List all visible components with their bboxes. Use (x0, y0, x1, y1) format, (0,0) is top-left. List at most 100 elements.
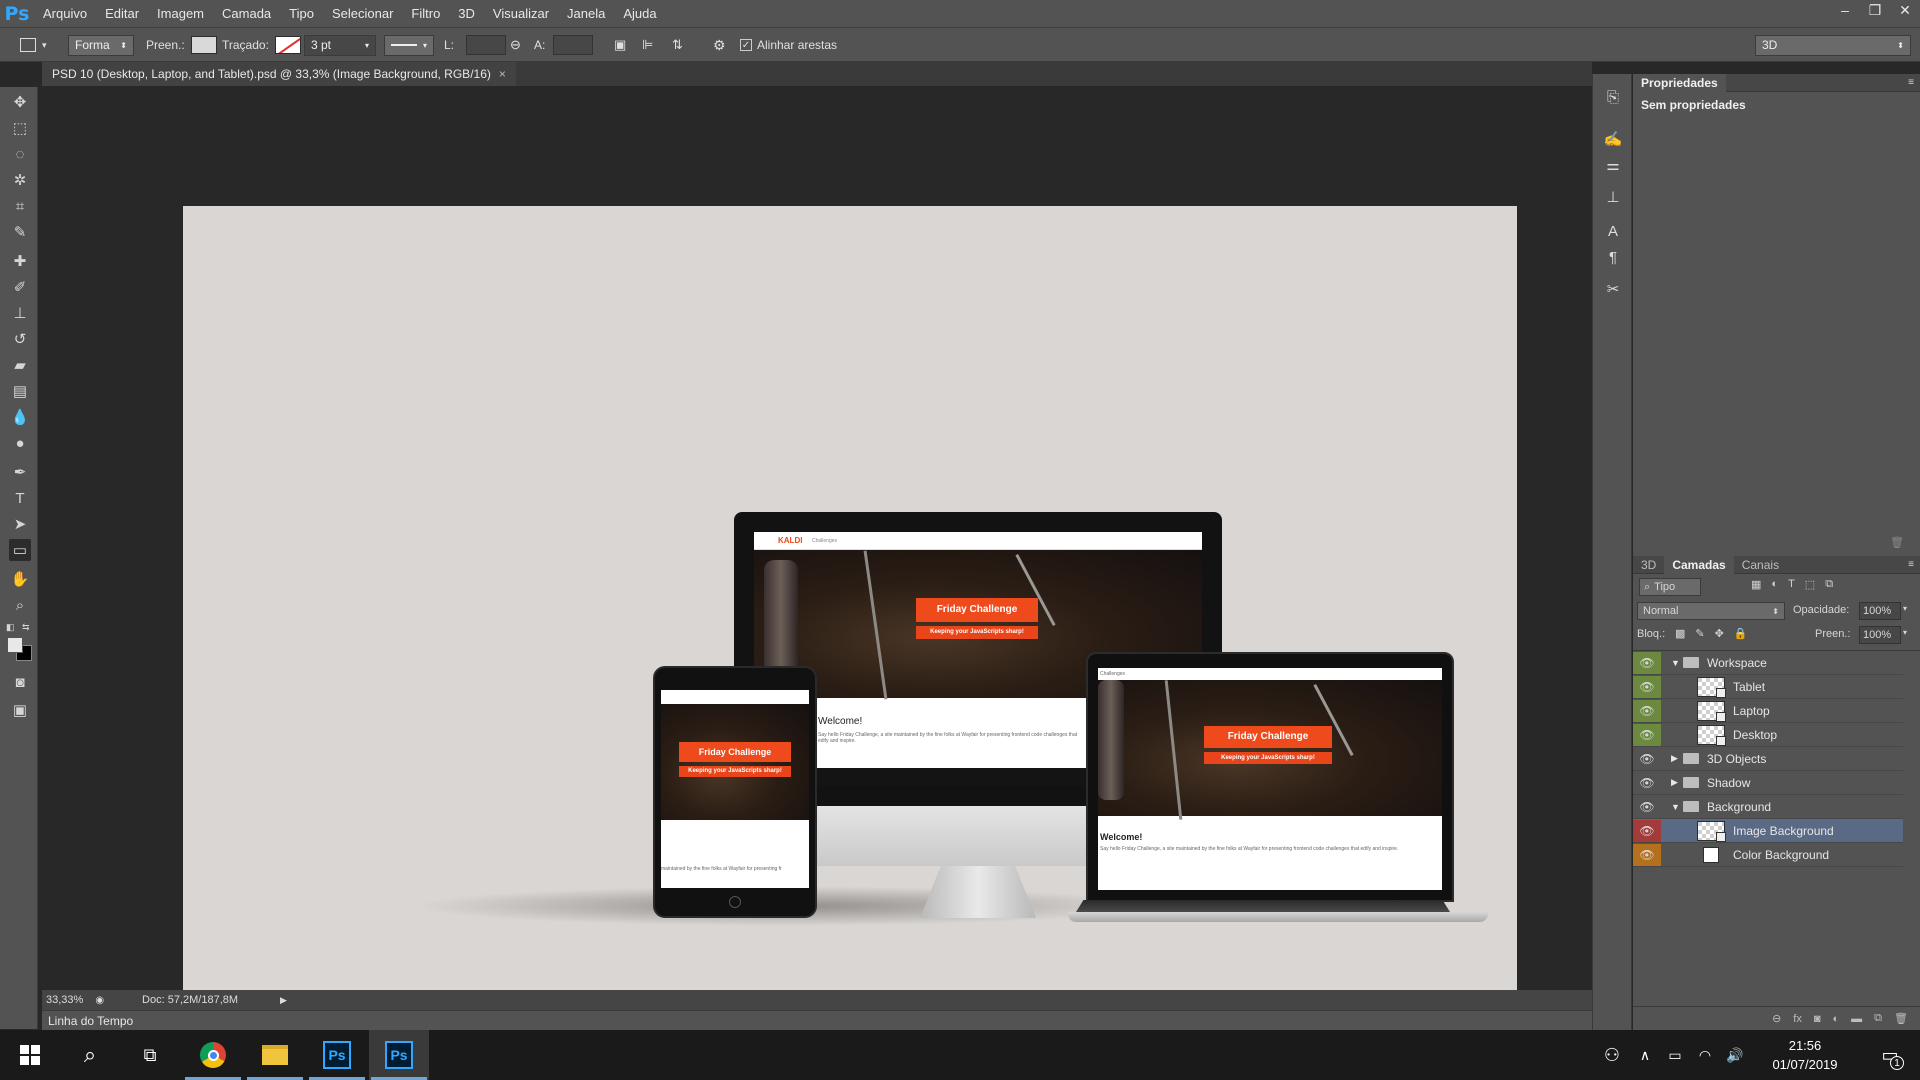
menu-arquivo[interactable]: Arquivo (34, 0, 96, 27)
layer-row[interactable]: 👁 Laptop (1633, 699, 1903, 723)
shape-mode-select[interactable]: Forma ⬍ (68, 34, 134, 56)
visibility-eye-icon[interactable]: 👁 (1633, 651, 1661, 674)
lock-transparent-icon[interactable]: ▩ (1675, 627, 1685, 640)
crop-tool-icon[interactable]: ⌗ (9, 195, 31, 217)
delete-icon[interactable]: 🗑 (1890, 536, 1904, 549)
healing-brush-tool-icon[interactable]: ✚ (9, 250, 31, 272)
lasso-tool-icon[interactable]: ◌ (9, 143, 31, 165)
stroke-swatch[interactable] (274, 36, 301, 54)
path-selection-tool-icon[interactable]: ➤ (9, 513, 31, 535)
paragraph-icon[interactable]: ¶ (1602, 246, 1624, 268)
clone-stamp-tool-icon[interactable]: ⊥ (9, 302, 31, 324)
photoshop-taskbar-icon[interactable]: Ps (307, 1030, 367, 1080)
move-tool-icon[interactable]: ✥ (9, 91, 31, 113)
brush-presets-icon[interactable]: ✍ (1602, 128, 1624, 150)
workspace-select[interactable]: 3D ⬍ (1755, 34, 1911, 56)
layer-row[interactable]: 👁 ▶ Shadow (1633, 771, 1903, 795)
align-edges-checkbox[interactable]: ✓ (740, 39, 752, 51)
layer-row[interactable]: 👁 Color Background (1633, 843, 1903, 867)
history-brush-tool-icon[interactable]: ↺ (9, 328, 31, 350)
visibility-eye-icon[interactable]: 👁 (1633, 796, 1661, 818)
delete-layer-icon[interactable]: 🗑 (1894, 1012, 1908, 1025)
volume-icon[interactable]: 🔊 (1720, 1030, 1750, 1080)
visibility-eye-icon[interactable]: 👁 (1633, 819, 1661, 842)
document-tab[interactable]: PSD 10 (Desktop, Laptop, and Tablet).psd… (42, 62, 516, 86)
layer-row[interactable]: 👁 Tablet (1633, 675, 1903, 699)
layer-row[interactable]: 👁 ▶ 3D Objects (1633, 747, 1903, 771)
action-center-icon[interactable]: ▭ 1 (1860, 1030, 1920, 1080)
tab-layers[interactable]: Camadas (1664, 555, 1734, 574)
visibility-eye-icon[interactable]: 👁 (1633, 772, 1661, 794)
eyedropper-tool-icon[interactable]: ✎ (9, 221, 31, 243)
layer-row[interactable]: 👁 ▼ Workspace (1633, 651, 1903, 675)
status-menu-arrow-icon[interactable]: ▶ (280, 995, 287, 1006)
clone-source-icon[interactable]: ⊥ (1602, 186, 1624, 208)
chevron-down-icon[interactable]: ▾ (1903, 604, 1907, 613)
panel-menu-icon[interactable]: ≡ (1908, 559, 1914, 570)
type-tool-icon[interactable]: T (9, 487, 31, 509)
collapsed-triangle-icon[interactable]: ▶ (1671, 777, 1681, 788)
photoshop-taskbar-icon-active[interactable]: Ps (369, 1030, 429, 1080)
clock[interactable]: 21:56 01/07/2019 (1760, 1036, 1850, 1074)
lock-position-icon[interactable]: ✥ (1715, 627, 1724, 640)
foreground-color-swatch[interactable] (7, 637, 23, 653)
layer-row[interactable]: 👁 Image Background (1633, 819, 1903, 843)
tool-preset-picker[interactable]: ▾ (20, 34, 47, 56)
link-icon[interactable]: ⊖ (510, 34, 521, 56)
layer-row[interactable]: 👁 Desktop (1633, 723, 1903, 747)
new-layer-icon[interactable]: ⧉ (1874, 1012, 1882, 1025)
layer-filter-select[interactable]: ⌕ Tipo (1639, 578, 1701, 596)
tab-3d[interactable]: 3D (1633, 556, 1664, 574)
chrome-icon[interactable] (183, 1030, 243, 1080)
path-operations-icon[interactable]: ▣ (614, 34, 626, 56)
menu-selecionar[interactable]: Selecionar (323, 0, 402, 27)
blend-mode-select[interactable]: Normal ⬍ (1637, 602, 1785, 620)
search-icon[interactable]: ⌕ (60, 1030, 120, 1080)
windows-start-icon[interactable] (0, 1030, 60, 1080)
task-view-icon[interactable]: ⧉ (120, 1030, 180, 1080)
visibility-eye-icon[interactable]: 👁 (1633, 843, 1661, 866)
timeline-label[interactable]: Linha do Tempo (48, 1014, 133, 1028)
adjustment-layer-icon[interactable]: ◐ (1833, 1013, 1840, 1025)
panel-menu-icon[interactable]: ≡ (1908, 77, 1914, 88)
lock-pixels-icon[interactable]: ✎ (1695, 627, 1704, 640)
canvas-area[interactable]: KALDI Challenges Friday Challenge Keepin… (42, 86, 1592, 1040)
zoom-level[interactable]: 33,33% (46, 994, 83, 1006)
menu-imagem[interactable]: Imagem (148, 0, 213, 27)
tab-properties[interactable]: Propriedades (1633, 73, 1726, 92)
menu-tipo[interactable]: Tipo (280, 0, 323, 27)
opacity-field[interactable]: 100% (1859, 602, 1901, 620)
restore-icon[interactable]: ❐ (1860, 0, 1890, 20)
visibility-eye-icon[interactable]: 👁 (1633, 675, 1661, 698)
fill-field[interactable]: 100% (1859, 626, 1901, 644)
gear-icon[interactable]: ⚙ (713, 34, 726, 56)
wifi-icon[interactable]: ◠ (1690, 1030, 1720, 1080)
link-layers-icon[interactable]: ⊖ (1772, 1012, 1781, 1025)
tab-channels[interactable]: Canais (1734, 556, 1787, 574)
marquee-tool-icon[interactable]: ⬚ (9, 117, 31, 139)
quick-mask-icon[interactable]: ◙ (9, 671, 31, 693)
layer-row[interactable]: 👁 ▼ Background (1633, 795, 1903, 819)
gradient-tool-icon[interactable]: ▤ (9, 380, 31, 402)
menu-camada[interactable]: Camada (213, 0, 280, 27)
menu-filtro[interactable]: Filtro (402, 0, 449, 27)
minimize-icon[interactable]: – (1830, 0, 1860, 20)
menu-3d[interactable]: 3D (449, 0, 484, 27)
swap-colors-icon[interactable]: ⇆ (22, 622, 32, 632)
width-field[interactable] (466, 35, 507, 55)
character-icon[interactable]: A (1602, 220, 1624, 242)
hand-tool-icon[interactable]: ✋ (9, 568, 31, 590)
path-alignment-icon[interactable]: ⊫ (642, 34, 653, 56)
brush-tool-icon[interactable]: ✐ (9, 276, 31, 298)
visibility-eye-icon[interactable]: 👁 (1633, 699, 1661, 722)
close-icon[interactable]: ✕ (1890, 0, 1920, 20)
layer-mask-icon[interactable]: ◙ (1814, 1013, 1821, 1025)
visibility-eye-icon[interactable]: 👁 (1633, 748, 1661, 770)
stroke-type-select[interactable]: ▾ (384, 34, 434, 56)
visibility-eye-icon[interactable]: 👁 (1633, 723, 1661, 746)
battery-icon[interactable]: ▭ (1660, 1030, 1690, 1080)
expanded-triangle-icon[interactable]: ▼ (1671, 802, 1681, 812)
filter-pixel-icon[interactable]: ▦ (1751, 578, 1761, 591)
fill-swatch[interactable] (190, 36, 217, 54)
pen-tool-icon[interactable]: ✒ (9, 461, 31, 483)
